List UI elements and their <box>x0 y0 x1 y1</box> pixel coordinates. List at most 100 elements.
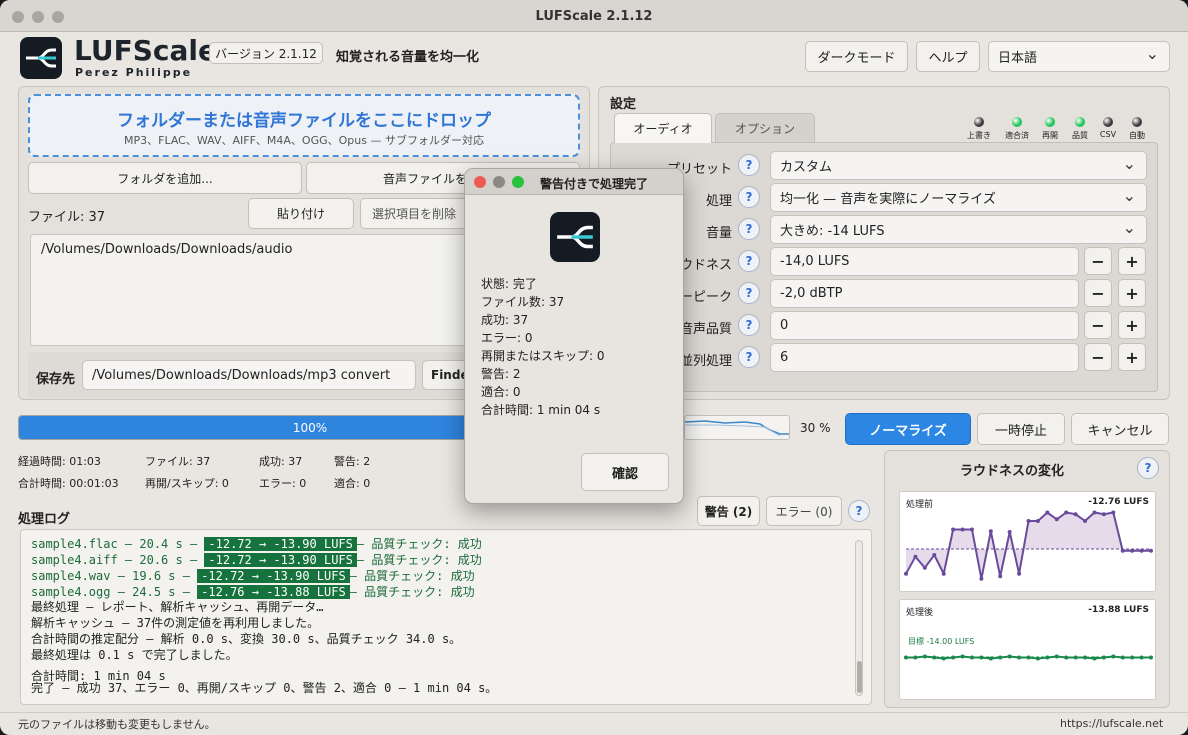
setting-help-icon[interactable]: ? <box>738 250 760 272</box>
indicator-light <box>1132 117 1142 127</box>
dialog-ok-button[interactable]: 確認 <box>581 453 669 491</box>
dialog-titlebar: 警告付きで処理完了 <box>465 169 683 195</box>
setting-help-icon[interactable]: ? <box>738 282 760 304</box>
increment-button[interactable]: + <box>1118 311 1146 339</box>
data-point <box>1054 654 1059 659</box>
log-scroll-thumb[interactable] <box>857 661 862 693</box>
data-point <box>969 527 974 532</box>
add-files-label: 音声ファイルを <box>383 171 468 186</box>
setting-help-icon[interactable]: ? <box>738 154 760 176</box>
language-select[interactable]: 日本語 <box>988 41 1170 72</box>
log-help-icon[interactable]: ? <box>848 500 870 522</box>
logo-icon <box>26 48 56 68</box>
data-point <box>932 553 937 557</box>
normalize-button[interactable]: ノーマライズ <box>845 413 971 445</box>
data-point <box>960 527 965 532</box>
loudness-help-icon[interactable]: ? <box>1137 457 1159 479</box>
tab-audio[interactable]: オーディオ <box>614 113 712 143</box>
increment-button[interactable]: + <box>1118 279 1146 307</box>
log-scrollbar[interactable] <box>855 540 863 696</box>
indicator-label: 上書き <box>967 131 991 140</box>
tagline: 知覚される音量を均一化 <box>336 50 480 65</box>
data-point <box>913 554 918 559</box>
footer-url[interactable]: https://lufscale.net <box>1060 717 1163 730</box>
log-title: 処理ログ <box>18 512 71 527</box>
tab-options[interactable]: オプション <box>715 113 815 143</box>
data-point <box>998 574 1003 579</box>
after-graph <box>904 654 1153 661</box>
language-value: 日本語 <box>998 51 1038 66</box>
add-folder-button[interactable]: フォルダを追加... <box>28 162 302 194</box>
dialog-line: 再開またはスキップ: 0 <box>481 349 605 363</box>
stat-resume-skip: 再開/スキップ: 0 <box>145 477 229 490</box>
data-point <box>1017 571 1022 576</box>
setting-select[interactable]: 均一化 — 音声を実際にノーマライズ <box>770 183 1147 212</box>
setting-input[interactable]: -2,0 dBTP <box>770 279 1079 308</box>
dark-mode-button[interactable]: ダークモード <box>805 41 908 72</box>
author-name: Perez Philippe <box>75 66 193 79</box>
data-point <box>941 571 946 576</box>
decrement-button[interactable]: − <box>1084 311 1112 339</box>
data-point <box>1064 510 1069 515</box>
loudness-title: ラウドネスの変化 <box>959 464 1064 479</box>
setting-value: カスタム <box>780 160 833 175</box>
setting-value: 0 <box>780 318 789 333</box>
errors-filter-button[interactable]: エラー (0) <box>766 496 842 526</box>
setting-input[interactable]: 6 <box>770 343 1079 372</box>
increment-button[interactable]: + <box>1118 343 1146 371</box>
log-view[interactable]: sample4.flac — 20.4 s — -12.72 → -13.90 … <box>20 529 872 705</box>
before-graph <box>904 510 1153 581</box>
save-label: 保存先 <box>36 372 76 387</box>
log-line: 最終処理 — レポート、解析キャッシュ、再開データ… <box>31 600 324 614</box>
log-line: 完了 — 成功 37、エラー 0、再開/スキップ 0、警告 2、適合 0 — 1… <box>31 681 498 695</box>
data-point <box>1083 655 1088 660</box>
setting-input[interactable]: 0 <box>770 311 1079 340</box>
log-entry-bar: -12.72 → -13.90 LUFS <box>197 569 350 583</box>
decrement-button[interactable]: − <box>1084 279 1112 307</box>
dialog-line: エラー: 0 <box>481 331 533 345</box>
log-line: 解析キャッシュ — 37件の測定値を再利用しました。 <box>31 616 320 630</box>
log-line: 合計時間の推定配分 — 解析 0.0 s、変換 30.0 s、品質チェック 34… <box>31 632 462 646</box>
dialog-line: 警告: 2 <box>481 367 521 381</box>
file-list-item[interactable]: /Volumes/Downloads/Downloads/audio <box>41 242 292 257</box>
data-point <box>1045 510 1050 515</box>
drop-subtitle: MP3、FLAC、WAV、AIFF、M4A、OGG、Opus — サブフォルダー… <box>124 134 484 147</box>
setting-value: 大きめ: -14 LUFS <box>780 224 885 239</box>
drop-title: フォルダーまたは音声ファイルをここにドロップ <box>117 111 491 131</box>
setting-select[interactable]: 大きめ: -14 LUFS <box>770 215 1147 244</box>
drop-zone[interactable]: フォルダーまたは音声ファイルをここにドロップ MP3、FLAC、WAV、AIFF… <box>28 94 580 157</box>
setting-value: 6 <box>780 350 789 365</box>
cancel-button[interactable]: キャンセル <box>1071 413 1169 445</box>
save-path-field[interactable]: /Volumes/Downloads/Downloads/mp3 convert <box>82 360 416 390</box>
before-chart: 処理前 -12.76 LUFS <box>899 491 1156 592</box>
increment-button[interactable]: + <box>1118 247 1146 275</box>
setting-help-icon[interactable]: ? <box>738 314 760 336</box>
data-point <box>1139 548 1144 553</box>
paste-button[interactable]: 貼り付け <box>248 198 354 229</box>
remove-selected-button[interactable]: 選択項目を削除 <box>360 198 468 229</box>
setting-value: -14,0 LUFS <box>780 254 850 269</box>
data-point <box>1101 512 1106 517</box>
setting-select[interactable]: カスタム <box>770 151 1147 180</box>
log-entry-pre: sample4.flac — 20.4 s — <box>31 537 205 551</box>
decrement-button[interactable]: − <box>1084 247 1112 275</box>
dialog-line: 状態: 完了 <box>481 277 537 291</box>
warnings-filter-button[interactable]: 警告 (2) <box>697 496 760 526</box>
after-chart: 処理後 -13.88 LUFS 目標 -14.00 LUFS <box>899 599 1156 700</box>
setting-help-icon[interactable]: ? <box>738 346 760 368</box>
dialog-line: ファイル数: 37 <box>481 295 565 309</box>
data-point <box>1026 519 1031 523</box>
decrement-button[interactable]: − <box>1084 343 1112 371</box>
dialog-logo <box>550 212 600 262</box>
data-point <box>1007 530 1012 535</box>
data-point <box>1073 512 1078 517</box>
pause-button[interactable]: 一時停止 <box>977 413 1065 445</box>
stat-fits: 適合: 0 <box>334 477 371 490</box>
help-button[interactable]: ヘルプ <box>916 41 980 72</box>
setting-input[interactable]: -14,0 LUFS <box>770 247 1079 276</box>
data-point <box>1007 654 1012 659</box>
log-line: 最終処理は 0.1 s で完了しました。 <box>31 648 238 662</box>
setting-help-icon[interactable]: ? <box>738 186 760 208</box>
setting-help-icon[interactable]: ? <box>738 218 760 240</box>
setting-value: -2,0 dBTP <box>780 286 843 301</box>
